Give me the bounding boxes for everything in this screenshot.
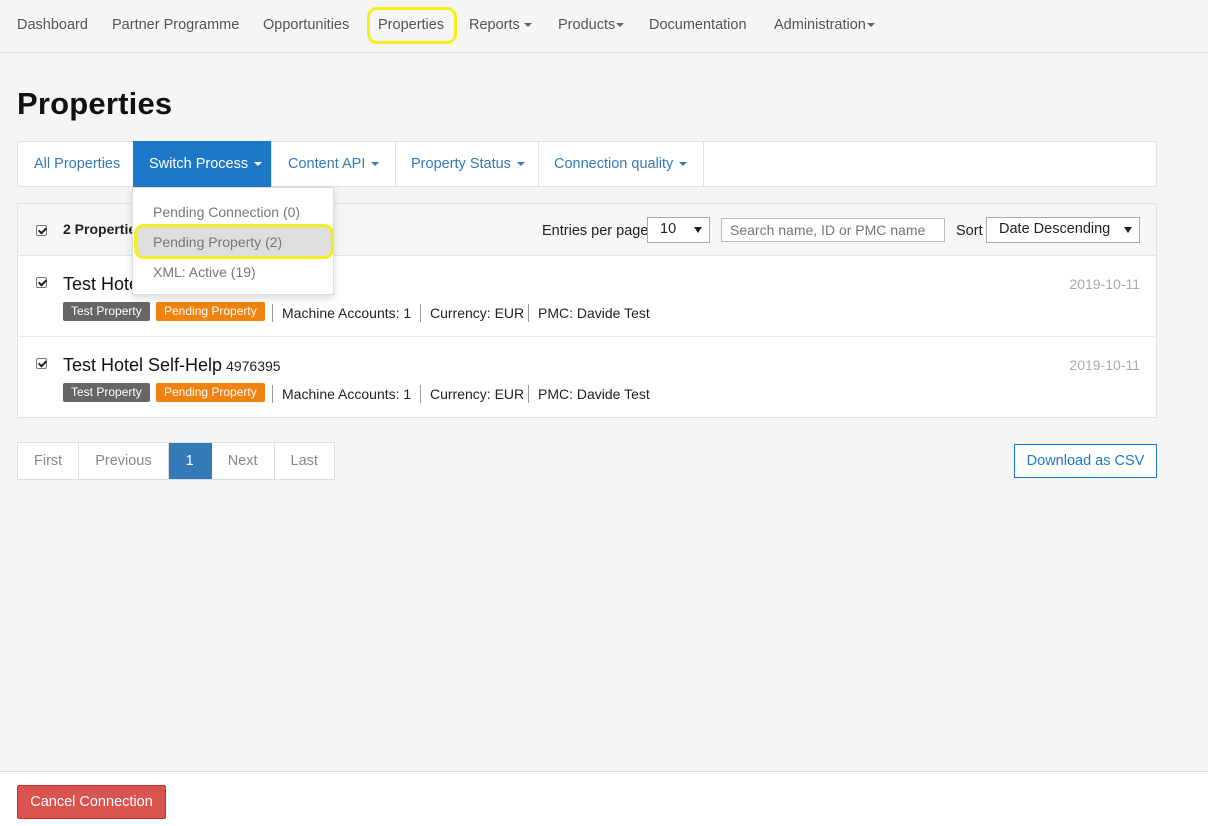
caret-down-icon	[866, 23, 875, 28]
pending-property-badge: Pending Property	[156, 383, 265, 402]
caret-down-icon	[516, 162, 525, 167]
property-name: Test Hote	[63, 274, 140, 294]
tab-connection-quality-label: Connection quality	[554, 156, 674, 172]
tab-switch-process[interactable]: Switch Process	[133, 141, 272, 187]
property-date: 2019-10-11	[1069, 276, 1140, 292]
entries-per-page-select[interactable]: 10	[647, 217, 710, 243]
page-title: Properties	[17, 86, 173, 121]
entries-per-page-label: Entries per page	[542, 223, 649, 239]
nav-dashboard[interactable]: Dashboard	[17, 17, 88, 33]
pmc-name: PMC: Davide Test	[528, 304, 650, 322]
nav-administration-label: Administration	[774, 17, 866, 33]
row-checkbox[interactable]	[36, 277, 47, 288]
nav-reports[interactable]: Reports	[469, 17, 532, 33]
pagination: First Previous 1 Next Last	[17, 442, 335, 480]
property-title[interactable]: Test Hotel Self-Help 4976395	[63, 355, 281, 376]
nav-documentation[interactable]: Documentation	[649, 17, 747, 33]
page-first-button[interactable]: First	[18, 443, 80, 479]
download-csv-button[interactable]: Download as CSV	[1014, 444, 1157, 478]
row-checkbox[interactable]	[36, 358, 47, 369]
select-all-checkbox[interactable]	[36, 225, 47, 236]
machine-accounts: Machine Accounts: 1	[272, 385, 411, 403]
caret-down-icon	[523, 23, 532, 28]
tab-property-status-label: Property Status	[411, 156, 511, 172]
dropdown-pending-connection[interactable]: Pending Connection (0)	[153, 204, 300, 220]
select-arrow-icon	[1124, 227, 1132, 233]
caret-down-icon	[254, 162, 263, 167]
filter-tab-bar: All Properties Switch Process Content AP…	[17, 141, 1157, 187]
cancel-connection-button[interactable]: Cancel Connection	[17, 785, 166, 819]
tab-all-properties[interactable]: All Properties	[18, 142, 136, 186]
property-row: Test Hotel Self-Help 4976395 2019-10-11 T…	[18, 337, 1156, 418]
page-previous-button[interactable]: Previous	[79, 443, 169, 479]
property-id: 4976395	[226, 358, 281, 374]
tab-property-status[interactable]: Property Status	[395, 142, 539, 186]
sort-select[interactable]: Date Descending	[986, 217, 1140, 243]
select-arrow-icon	[694, 227, 702, 233]
machine-accounts: Machine Accounts: 1	[272, 304, 411, 322]
tab-connection-quality[interactable]: Connection quality	[538, 142, 704, 186]
test-property-badge: Test Property	[63, 302, 150, 321]
entries-per-page-value: 10	[660, 221, 677, 237]
property-count: 2 Propertie	[63, 221, 137, 237]
tab-switch-process-label: Switch Process	[149, 156, 249, 172]
nav-products[interactable]: Products	[558, 17, 625, 33]
pmc-name: PMC: Davide Test	[528, 385, 650, 403]
page-last-button[interactable]: Last	[275, 443, 334, 479]
nav-opportunities[interactable]: Opportunities	[263, 17, 349, 33]
highlight-properties-nav	[367, 7, 457, 44]
switch-process-dropdown: Pending Connection (0) Pending Property …	[132, 187, 334, 295]
page-current-button[interactable]: 1	[168, 443, 212, 479]
property-date: 2019-10-11	[1069, 357, 1140, 373]
caret-down-icon	[679, 162, 688, 167]
tab-content-api[interactable]: Content API	[272, 142, 396, 186]
sort-label: Sort	[956, 223, 983, 239]
caret-down-icon	[371, 162, 380, 167]
dropdown-xml-active[interactable]: XML: Active (19)	[153, 264, 256, 280]
currency: Currency: EUR	[420, 385, 524, 403]
currency: Currency: EUR	[420, 304, 524, 322]
top-navigation: Dashboard Partner Programme Opportunitie…	[0, 0, 1208, 53]
pending-property-badge: Pending Property	[156, 302, 265, 321]
caret-down-icon	[616, 23, 625, 28]
nav-partner-programme[interactable]: Partner Programme	[112, 17, 239, 33]
test-property-badge: Test Property	[63, 383, 150, 402]
nav-reports-label: Reports	[469, 17, 520, 33]
property-name: Test Hotel Self-Help	[63, 355, 223, 375]
dropdown-pending-property[interactable]: Pending Property (2)	[153, 234, 282, 250]
footer-bar: Cancel Connection	[0, 771, 1208, 826]
nav-administration[interactable]: Administration	[774, 17, 875, 33]
sort-value: Date Descending	[999, 221, 1111, 237]
page-next-button[interactable]: Next	[212, 443, 275, 479]
search-input[interactable]	[721, 218, 945, 242]
tab-content-api-label: Content API	[288, 156, 366, 172]
nav-products-label: Products	[558, 17, 616, 33]
